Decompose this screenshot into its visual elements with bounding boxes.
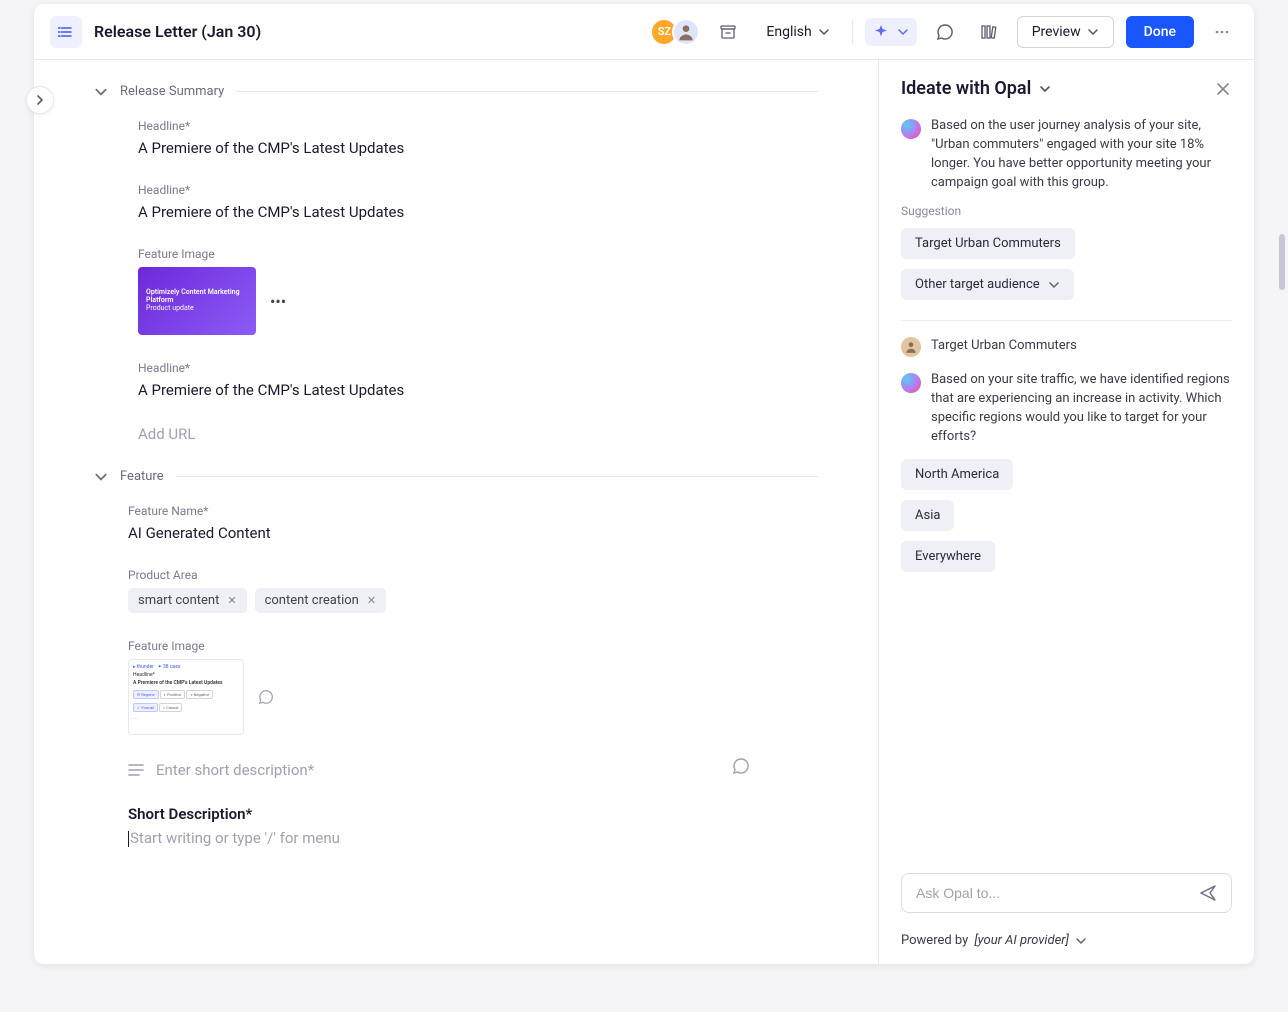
section-title: Feature bbox=[120, 469, 164, 484]
language-label: English bbox=[766, 24, 811, 40]
section-title: Release Summary bbox=[120, 84, 224, 99]
main-editor: Release Summary Headline* A Premiere of … bbox=[34, 60, 878, 964]
topbar: Release Letter (Jan 30) SZ English Previ… bbox=[34, 4, 1254, 60]
opal-input[interactable] bbox=[901, 873, 1232, 913]
opal-panel: Ideate with Opal Based on the user journ… bbox=[878, 60, 1254, 964]
paragraph-icon bbox=[128, 763, 144, 777]
feature-image2-thumbnail[interactable]: ▸ thunder ✦ 38 uses Headline* A Premiere… bbox=[128, 659, 244, 735]
separator bbox=[852, 20, 853, 44]
collaborator-avatars[interactable]: SZ bbox=[656, 18, 700, 46]
preview-button[interactable]: Preview bbox=[1017, 16, 1114, 48]
sparkle-icon bbox=[873, 24, 889, 40]
provider-name: [your AI provider] bbox=[974, 933, 1069, 948]
short-description-input[interactable]: Start writing or type '/' for menu bbox=[128, 829, 798, 847]
preview-label: Preview bbox=[1032, 24, 1081, 40]
user-avatar-icon bbox=[901, 337, 921, 357]
powered-by-footer[interactable]: Powered by [your AI provider] bbox=[879, 925, 1254, 964]
avatar-user bbox=[672, 18, 700, 46]
opal-message-2: Based on your site traffic, we have iden… bbox=[931, 371, 1232, 446]
headline2-label: Headline* bbox=[138, 183, 798, 197]
powered-by-label: Powered by bbox=[901, 933, 968, 948]
feature-image-thumbnail[interactable]: Optimizely Content Marketing Platform Pr… bbox=[138, 267, 256, 335]
short-desc-placeholder[interactable]: Enter short description* bbox=[156, 761, 314, 779]
more-icon[interactable] bbox=[1206, 16, 1238, 48]
product-area-label: Product Area bbox=[128, 568, 798, 582]
feature-name-value[interactable]: AI Generated Content bbox=[128, 524, 798, 542]
opal-avatar-icon bbox=[901, 119, 921, 139]
tag-content-creation[interactable]: content creation ✕ bbox=[255, 588, 386, 613]
remove-tag-icon[interactable]: ✕ bbox=[227, 594, 236, 607]
headline1-label: Headline* bbox=[138, 119, 798, 133]
user-message: Target Urban Commuters bbox=[931, 337, 1077, 357]
chevron-down-icon bbox=[94, 85, 108, 99]
send-icon[interactable] bbox=[1199, 884, 1217, 902]
close-icon[interactable] bbox=[1214, 80, 1232, 98]
short-description-label: Short Description* bbox=[128, 805, 798, 823]
section-feature[interactable]: Feature bbox=[94, 469, 818, 484]
list-view-icon[interactable] bbox=[50, 16, 82, 48]
language-selector[interactable]: English bbox=[756, 18, 839, 46]
archive-icon[interactable] bbox=[712, 16, 744, 48]
chip-target-urban-commuters[interactable]: Target Urban Commuters bbox=[901, 228, 1075, 259]
library-icon[interactable] bbox=[973, 16, 1005, 48]
comment-icon[interactable] bbox=[258, 689, 274, 705]
feature-image-label: Feature Image bbox=[138, 247, 798, 261]
thumb-text2: Product update bbox=[146, 305, 248, 313]
comment-icon[interactable] bbox=[929, 16, 961, 48]
suggestion-label: Suggestion bbox=[901, 204, 1232, 218]
ai-toggle[interactable] bbox=[865, 18, 917, 46]
divider bbox=[901, 320, 1232, 321]
feature-image2-label: Feature Image bbox=[128, 639, 798, 653]
add-url-input[interactable]: Add URL bbox=[138, 425, 798, 443]
thumb-text1: Optimizely Content Marketing Platform bbox=[146, 289, 248, 304]
chip-asia[interactable]: Asia bbox=[901, 500, 954, 531]
comment-icon[interactable] bbox=[732, 757, 750, 775]
remove-tag-icon[interactable]: ✕ bbox=[367, 594, 376, 607]
chip-north-america[interactable]: North America bbox=[901, 459, 1013, 490]
done-button[interactable]: Done bbox=[1126, 16, 1194, 48]
chevron-down-icon bbox=[94, 470, 108, 484]
headline2-value[interactable]: A Premiere of the CMP's Latest Updates bbox=[138, 203, 798, 221]
section-release-summary[interactable]: Release Summary bbox=[94, 84, 818, 99]
opal-text-input[interactable] bbox=[916, 885, 1199, 901]
opal-avatar-icon bbox=[901, 373, 921, 393]
image-options-icon[interactable]: ••• bbox=[270, 292, 286, 311]
chip-everywhere[interactable]: Everywhere bbox=[901, 541, 995, 572]
chevron-down-icon bbox=[1048, 279, 1060, 291]
headline3-label: Headline* bbox=[138, 361, 798, 375]
headline3-value[interactable]: A Premiere of the CMP's Latest Updates bbox=[138, 381, 798, 399]
page-title: Release Letter (Jan 30) bbox=[94, 22, 261, 41]
chip-other-target-audience[interactable]: Other target audience bbox=[901, 269, 1074, 300]
opal-title: Ideate with Opal bbox=[901, 78, 1031, 99]
headline1-value[interactable]: A Premiere of the CMP's Latest Updates bbox=[138, 139, 798, 157]
tag-label: smart content bbox=[138, 593, 219, 608]
chip-label: Other target audience bbox=[915, 277, 1040, 292]
chevron-down-icon bbox=[1087, 26, 1099, 38]
tag-label: content creation bbox=[265, 593, 359, 608]
chevron-down-icon[interactable] bbox=[1039, 83, 1051, 95]
tag-smart-content[interactable]: smart content ✕ bbox=[128, 588, 247, 613]
chevron-down-icon bbox=[818, 26, 830, 38]
feature-name-label: Feature Name* bbox=[128, 504, 798, 518]
chevron-down-icon bbox=[1075, 935, 1087, 947]
opal-message-1: Based on the user journey analysis of yo… bbox=[931, 117, 1232, 192]
chevron-down-icon bbox=[897, 26, 909, 38]
